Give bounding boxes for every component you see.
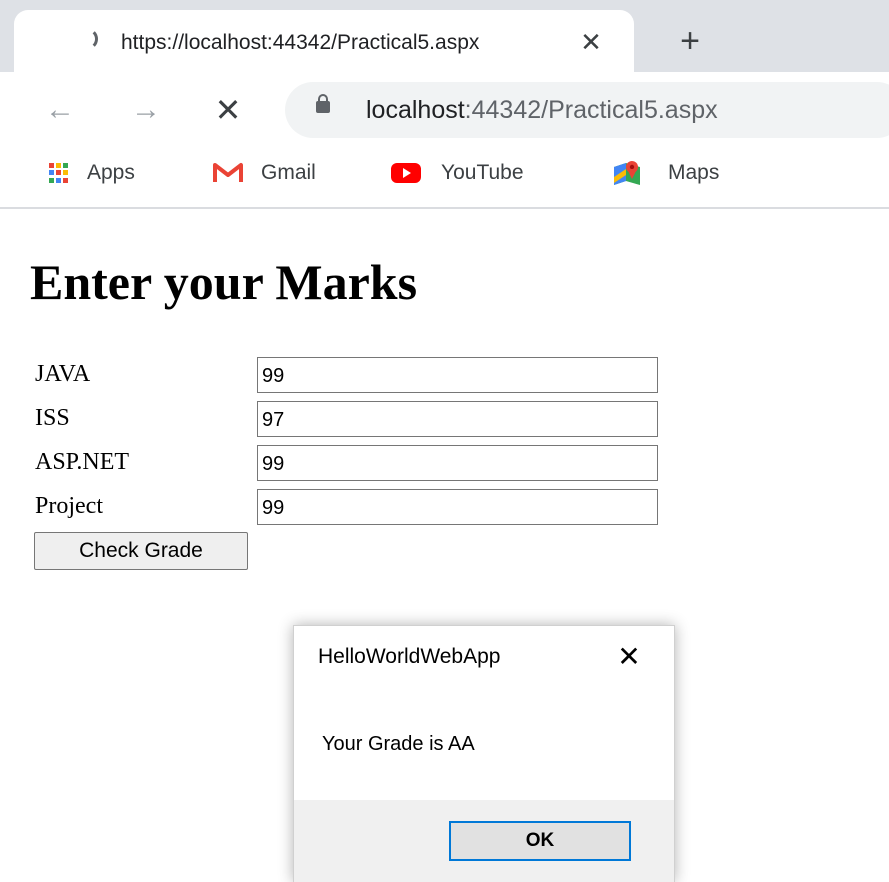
check-grade-button[interactable]: Check Grade — [34, 532, 248, 570]
bookmark-maps-label: Maps — [668, 161, 720, 184]
url-path: :44342/Practical5.aspx — [464, 96, 718, 124]
aspnet-marks-input[interactable] — [257, 445, 658, 481]
back-arrow-icon[interactable]: ← — [38, 88, 82, 132]
java-label: JAVA — [35, 361, 91, 387]
dialog-close-icon[interactable]: ✕ — [612, 640, 646, 674]
tab-close-icon[interactable]: ✕ — [575, 26, 607, 58]
bookmark-maps[interactable]: Maps — [612, 157, 719, 189]
lock-icon[interactable] — [316, 94, 330, 113]
apps-grid-icon — [49, 163, 69, 183]
page-title: Enter your Marks — [30, 254, 418, 310]
gmail-icon — [213, 163, 243, 182]
bookmark-youtube-label: YouTube — [441, 161, 524, 184]
maps-icon — [614, 161, 640, 185]
forward-arrow-icon[interactable]: → — [124, 88, 168, 132]
iss-label: ISS — [35, 405, 70, 431]
bookmark-apps[interactable]: Apps — [49, 157, 135, 189]
bookmark-youtube[interactable]: YouTube — [391, 157, 524, 189]
aspnet-label: ASP.NET — [35, 449, 130, 475]
dialog-message: Your Grade is AA — [322, 733, 475, 755]
tab-title: https://localhost:44342/Practical5.aspx — [121, 31, 480, 54]
youtube-icon — [391, 163, 421, 183]
java-marks-input[interactable] — [257, 357, 658, 393]
bookmark-apps-label: Apps — [87, 161, 135, 184]
iss-marks-input[interactable] — [257, 401, 658, 437]
bookmark-gmail-label: Gmail — [261, 161, 316, 184]
bookmark-gmail[interactable]: Gmail — [213, 157, 316, 189]
project-label: Project — [35, 493, 103, 519]
tab-title-fade — [510, 24, 570, 60]
ok-button[interactable]: OK — [449, 821, 631, 861]
dialog-title: HelloWorldWebApp — [318, 645, 501, 668]
stop-loading-icon[interactable]: ✕ — [206, 88, 250, 132]
url-host: localhost — [366, 96, 465, 124]
project-marks-input[interactable] — [257, 489, 658, 525]
address-url[interactable]: localhost:44342/Practical5.aspx — [366, 94, 718, 126]
loading-spinner-icon — [76, 28, 98, 50]
new-tab-button[interactable]: + — [670, 21, 710, 61]
